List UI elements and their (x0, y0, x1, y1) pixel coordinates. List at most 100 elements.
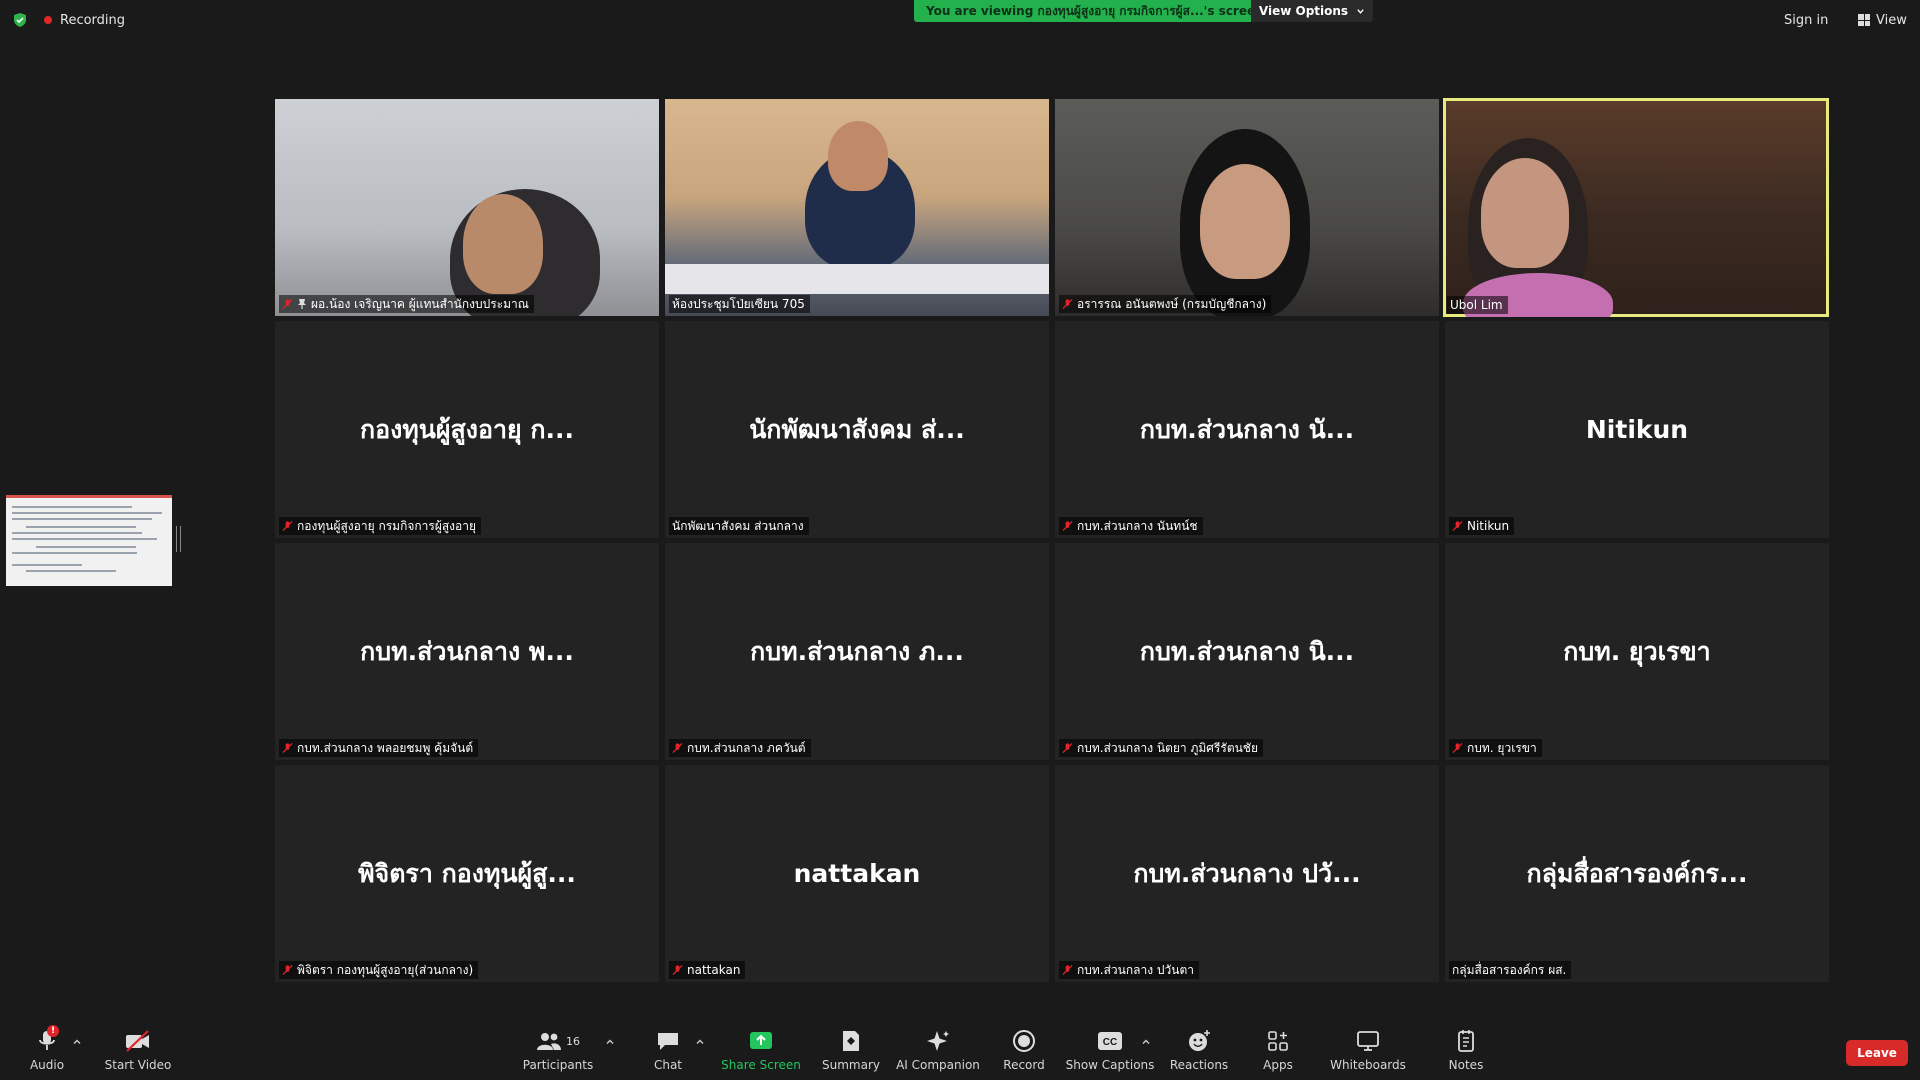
leave-button[interactable]: Leave (1846, 1040, 1908, 1066)
view-options-button[interactable]: View Options (1251, 0, 1373, 22)
notes-button[interactable]: Notes (1446, 1028, 1486, 1078)
captions-options-caret-icon[interactable] (1141, 1037, 1151, 1047)
participant-name: ผอ.น้อง เจริญนาค ผู้แทนสำนักงบประมาณ (311, 296, 529, 311)
audio-warning-badge: ! (47, 1025, 59, 1037)
notes-label: Notes (1448, 1058, 1484, 1072)
participant-tile[interactable]: กบท.ส่วนกลาง นิ... กบท.ส่วนกลาง นิตยา ภู… (1055, 543, 1439, 760)
participant-name: กองทุนผู้สูงอายุ กรมกิจการผู้สูงอายุ (297, 518, 477, 533)
view-button[interactable]: View (1858, 10, 1907, 30)
record-icon (1013, 1030, 1035, 1052)
summary-label: Summary (822, 1058, 880, 1072)
participant-name-tag: ผอ.น้อง เจริญนาค ผู้แทนสำนักงบประมาณ (279, 295, 534, 313)
ai-companion-button[interactable]: AI Companion (896, 1028, 980, 1078)
chevron-down-icon (1357, 8, 1364, 14)
participant-name-tag: กบท.ส่วนกลาง นิตยา ภูมิศรีรัตนชัย (1059, 739, 1263, 757)
video-off-icon (126, 1030, 149, 1052)
thumbnail-resize-handle[interactable] (176, 526, 181, 552)
audio-options-caret-icon[interactable] (72, 1037, 82, 1047)
audio-button[interactable]: ! Audio (22, 1025, 72, 1078)
apps-label: Apps (1263, 1058, 1293, 1072)
summary-button[interactable]: Summary (820, 1028, 882, 1078)
show-captions-button[interactable]: CC Show Captions (1066, 1028, 1154, 1078)
participant-tile[interactable]: นักพัฒนาสังคม ส่... นักพัฒนาสังคม ส่วนกล… (665, 321, 1049, 538)
participant-name: nattakan (687, 963, 741, 977)
participant-name-tag: ห้องประชุมโป่ยเซียน 705 (669, 295, 810, 313)
participant-name-tag: Ubol Lim (1447, 296, 1508, 314)
muted-mic-icon (282, 964, 293, 976)
share-screen-button[interactable]: Share Screen (721, 1028, 801, 1078)
participant-tile[interactable]: ผอ.น้อง เจริญนาค ผู้แทนสำนักงบประมาณ (275, 99, 659, 316)
whiteboards-button[interactable]: Whiteboards (1330, 1028, 1406, 1078)
chat-label: Chat (653, 1058, 683, 1072)
participant-tile[interactable]: กบท.ส่วนกลาง ภ... กบท.ส่วนกลาง ภควันต์ (665, 543, 1049, 760)
chat-options-caret-icon[interactable] (695, 1037, 705, 1047)
pin-icon (298, 299, 306, 309)
participant-name: ห้องประชุมโป่ยเซียน 705 (672, 296, 805, 311)
participants-count: 16 (566, 1034, 580, 1048)
chat-button[interactable]: Chat (648, 1028, 688, 1078)
participant-tile[interactable]: กบท.ส่วนกลาง ปวั... กบท.ส่วนกลาง ปวันตา (1055, 765, 1439, 982)
apps-button[interactable]: Apps (1262, 1028, 1294, 1078)
participant-tile[interactable]: nattakan nattakan (665, 765, 1049, 982)
participant-display-name: นักพัฒนาสังคม ส่... (749, 414, 965, 444)
whiteboard-icon (1357, 1031, 1379, 1051)
participant-name-tag: กบท.ส่วนกลาง ปวันตา (1059, 961, 1199, 979)
record-button[interactable]: Record (1000, 1028, 1048, 1078)
recording-label: Recording (60, 12, 126, 28)
participant-tile[interactable]: ห้องประชุมโป่ยเซียน 705 (665, 99, 1049, 316)
muted-mic-icon (1062, 742, 1073, 754)
reactions-button[interactable]: Reactions (1170, 1028, 1228, 1078)
ai-companion-label: AI Companion (896, 1058, 980, 1072)
participant-name: นักพัฒนาสังคม ส่วนกลาง (672, 518, 804, 533)
start-video-button[interactable]: Start Video (105, 1028, 171, 1078)
apps-icon (1268, 1031, 1288, 1051)
record-label: Record (1003, 1058, 1045, 1072)
muted-mic-icon (282, 520, 293, 532)
participant-name-tag: nattakan (669, 961, 746, 979)
participant-tile[interactable]: อรารรณ อนันตพงษ์ (กรมบัญชีกลาง) (1055, 99, 1439, 316)
muted-mic-icon (1452, 742, 1463, 754)
muted-mic-icon (1062, 964, 1073, 976)
participants-button[interactable]: 16 Participants (523, 1028, 593, 1078)
participant-name-tag: นักพัฒนาสังคม ส่วนกลาง (669, 517, 809, 535)
participant-tile[interactable]: พิจิตรา กองทุนผู้สู... พิจิตรา กองทุนผู้… (275, 765, 659, 982)
participant-name: กบท.ส่วนกลาง ปวันตา (1077, 962, 1194, 977)
sign-in-button[interactable]: Sign in (1784, 10, 1828, 30)
participant-name: Nitikun (1467, 519, 1510, 533)
participant-name-tag: อรารรณ อนันตพงษ์ (กรมบัญชีกลาง) (1059, 295, 1272, 313)
participants-options-caret-icon[interactable] (605, 1037, 615, 1047)
participant-name-tag: กบท.ส่วนกลาง พลอยชมพู คุ้มจันต์ (279, 739, 479, 757)
participant-tile[interactable]: กบท.ส่วนกลาง พ... กบท.ส่วนกลาง พลอยชมพู … (275, 543, 659, 760)
participant-name: อรารรณ อนันตพงษ์ (กรมบัญชีกลาง) (1077, 296, 1267, 311)
muted-mic-icon (282, 742, 293, 754)
participant-name-tag: Nitikun (1449, 517, 1515, 535)
participant-display-name: กบท.ส่วนกลาง นั... (1139, 414, 1355, 444)
participant-tile-active-speaker[interactable]: Ubol Lim (1443, 98, 1829, 317)
whiteboards-label: Whiteboards (1330, 1058, 1406, 1072)
participant-name-tag: พิจิตรา กองทุนผู้สูงอายุ(ส่วนกลาง) (279, 961, 479, 979)
participant-display-name: nattakan (793, 859, 921, 888)
participant-name: พิจิตรา กองทุนผู้สูงอายุ(ส่วนกลาง) (297, 962, 474, 977)
participant-name-tag: กองทุนผู้สูงอายุ กรมกิจการผู้สูงอายุ (279, 517, 482, 535)
recording-indicator[interactable]: Recording (44, 10, 125, 30)
participant-name: กบท.ส่วนกลาง นันทน์ช (1077, 518, 1198, 533)
security-shield-icon[interactable] (12, 12, 28, 28)
share-screen-label: Share Screen (721, 1058, 801, 1072)
participant-tile[interactable]: Nitikun Nitikun (1445, 321, 1829, 538)
muted-mic-icon (1062, 298, 1073, 310)
participant-tile[interactable]: กบท. ยุวเรขา กบท. ยุวเรขา (1445, 543, 1829, 760)
view-options-label: View Options (1258, 4, 1349, 18)
participant-display-name: Nitikun (1585, 415, 1689, 444)
shared-screen-thumbnail[interactable] (6, 495, 172, 586)
participant-display-name: กลุ่มสื่อสารองค์กร... (1526, 858, 1748, 888)
participant-name-tag: กลุ่มสื่อสารองค์กร ผส. (1449, 961, 1572, 979)
participant-tile[interactable]: กองทุนผู้สูงอายุ ก... กองทุนผู้สูงอายุ ก… (275, 321, 659, 538)
participant-name: Ubol Lim (1450, 298, 1503, 312)
participant-display-name: กองทุนผู้สูงอายุ ก... (359, 414, 575, 444)
reactions-label: Reactions (1169, 1058, 1229, 1072)
participant-tile[interactable]: กลุ่มสื่อสารองค์กร... กลุ่มสื่อสารองค์กร… (1445, 765, 1829, 982)
participant-tile[interactable]: กบท.ส่วนกลาง นั... กบท.ส่วนกลาง นันทน์ช (1055, 321, 1439, 538)
notes-icon (1458, 1030, 1474, 1052)
muted-mic-icon (1062, 520, 1073, 532)
recording-dot-icon (44, 16, 52, 24)
